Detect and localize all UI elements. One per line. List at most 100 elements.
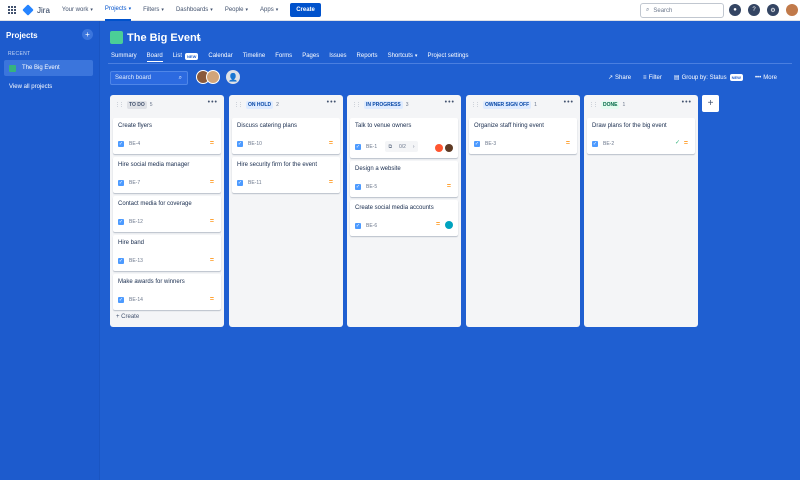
sidebar-item-the-big-event[interactable]: The Big Event	[4, 60, 93, 76]
tab-calendar[interactable]: Calendar	[208, 50, 232, 62]
nav-your-work[interactable]: Your work ▾	[62, 0, 93, 21]
nav-filters[interactable]: Filters ▾	[143, 0, 164, 21]
card-title: Hire social media manager	[118, 162, 190, 168]
issue-card[interactable]: Talk to venue owners ✓ BE-1 ⧉ 0/2 ›	[350, 118, 458, 158]
project-tabs: Summary Board List NEW Calendar Timeline …	[111, 50, 468, 62]
chevron-down-icon: ▾	[275, 7, 279, 13]
column-name: ON HOLD	[246, 101, 274, 109]
settings-gear-icon[interactable]: ⚙	[767, 4, 779, 16]
app-switcher-icon[interactable]	[8, 6, 16, 14]
more-icon: •••	[754, 74, 762, 81]
avatar[interactable]	[445, 144, 453, 152]
global-search-input[interactable]: ⌕ Search	[640, 3, 724, 18]
add-column-button[interactable]: +	[702, 95, 719, 112]
task-type-icon: ✓	[592, 141, 598, 147]
jira-logo-icon	[22, 4, 34, 16]
add-people-icon[interactable]: 👤	[226, 70, 240, 84]
issue-card[interactable]: Contact media for coverage ✓ BE-12 =	[113, 196, 221, 232]
issue-card[interactable]: Hire social media manager ✓ BE-7 =	[113, 157, 221, 193]
tab-summary[interactable]: Summary	[111, 50, 137, 62]
tab-divider	[108, 63, 792, 64]
card-title: Make awards for winners	[118, 279, 185, 285]
more-button[interactable]: ••• More	[755, 75, 777, 81]
sidebar: Projects + RECENT The Big Event View all…	[0, 21, 100, 480]
tab-timeline[interactable]: Timeline	[243, 50, 265, 62]
issue-card[interactable]: Hire security firm for the event ✓ BE-11…	[232, 157, 340, 193]
card-title: Design a website	[355, 166, 401, 172]
search-icon: ⌕	[178, 74, 182, 81]
drag-handle-icon[interactable]: ⋮⋮	[352, 102, 361, 108]
group-by-button[interactable]: ▤ Group by: Status NEW	[674, 74, 743, 81]
issue-card[interactable]: Make awards for winners ✓ BE-14 =	[113, 274, 221, 310]
column-more-icon[interactable]: •••	[682, 99, 692, 106]
tab-pages[interactable]: Pages	[302, 50, 319, 62]
tab-board[interactable]: Board	[146, 50, 163, 62]
issue-key: BE-14	[129, 297, 143, 303]
task-type-icon: ✓	[118, 141, 124, 147]
task-type-icon: ✓	[118, 219, 124, 225]
issue-key: BE-3	[485, 141, 497, 147]
tab-shortcuts[interactable]: Shortcuts ▾	[388, 50, 418, 62]
issue-key: BE-11	[248, 180, 262, 186]
issue-card[interactable]: Organize staff hiring event ✓ BE-3 =	[469, 118, 577, 154]
drag-handle-icon[interactable]: ⋮⋮	[471, 102, 480, 108]
search-placeholder: Search	[653, 7, 673, 14]
nav-dashboards[interactable]: Dashboards ▾	[176, 0, 213, 21]
column-more-icon[interactable]: •••	[208, 99, 218, 106]
avatar[interactable]	[206, 70, 220, 84]
pin-icon[interactable]: ✎	[196, 35, 202, 43]
tab-forms[interactable]: Forms	[275, 50, 292, 62]
tab-project-settings[interactable]: Project settings	[427, 50, 468, 62]
nav-people[interactable]: People ▾	[225, 0, 248, 21]
create-button[interactable]: Create	[290, 3, 321, 17]
task-type-icon: ✓	[118, 180, 124, 186]
nav-apps[interactable]: Apps ▾	[260, 0, 278, 21]
card-title: Talk to venue owners	[355, 123, 412, 129]
notifications-icon[interactable]: ●	[729, 4, 741, 16]
tab-list[interactable]: List NEW	[173, 50, 199, 62]
issue-card[interactable]: Hire band ✓ BE-13 =	[113, 235, 221, 271]
card-title: Draw plans for the big event	[592, 123, 667, 129]
task-type-icon: ✓	[355, 184, 361, 190]
view-all-projects-link[interactable]: View all projects	[9, 84, 52, 90]
chevron-down-icon: ▾	[90, 7, 93, 13]
project-icon	[9, 64, 16, 72]
help-icon[interactable]: ?	[748, 4, 760, 16]
chevron-down-icon: ▾	[210, 7, 213, 13]
create-issue-button[interactable]: + Create	[116, 314, 139, 320]
issue-card[interactable]: Draw plans for the big event ✓ BE-2 ✓ =	[587, 118, 695, 154]
share-button[interactable]: ↗ Share	[608, 74, 631, 81]
card-title: Create flyers	[118, 123, 153, 129]
tab-issues[interactable]: Issues	[329, 50, 346, 62]
tab-reports[interactable]: Reports	[357, 50, 378, 62]
priority-medium-icon: =	[436, 221, 441, 228]
issue-card[interactable]: Create social media accounts ✓ BE-6 =	[350, 200, 458, 236]
card-title: Discuss catering plans	[237, 123, 298, 129]
issue-key: BE-13	[129, 258, 143, 264]
column-more-icon[interactable]: •••	[564, 99, 574, 106]
column-count: 5	[149, 102, 153, 108]
issue-card[interactable]: Discuss catering plans ✓ BE-10 =	[232, 118, 340, 154]
nav-projects[interactable]: Projects ▾	[104, 0, 132, 21]
jira-logo[interactable]: Jira	[22, 4, 50, 16]
chevron-down-icon: ▾	[414, 53, 418, 59]
task-type-icon: ✓	[474, 141, 480, 147]
card-title: Contact media for coverage	[118, 201, 192, 207]
board-search-input[interactable]: Search board ⌕	[110, 71, 188, 85]
drag-handle-icon[interactable]: ⋮⋮	[115, 102, 124, 108]
priority-medium-icon: =	[328, 179, 333, 186]
task-type-icon: ✓	[355, 144, 361, 150]
drag-handle-icon[interactable]: ⋮⋮	[234, 102, 243, 108]
column-more-icon[interactable]: •••	[327, 99, 337, 106]
drag-handle-icon[interactable]: ⋮⋮	[589, 102, 598, 108]
add-project-button[interactable]: +	[82, 29, 93, 40]
top-navigation: Jira Your work ▾ Projects ▾ Filters ▾ Dashb…	[0, 0, 800, 21]
issue-card[interactable]: Design a website ✓ BE-5 =	[350, 161, 458, 197]
new-badge: NEW	[729, 74, 743, 81]
column-more-icon[interactable]: •••	[445, 99, 455, 106]
issue-card[interactable]: Create flyers ✓ BE-4 =	[113, 118, 221, 154]
filter-button[interactable]: ≡ Filter	[643, 75, 662, 81]
avatar[interactable]	[445, 221, 453, 229]
subtask-progress[interactable]: ⧉ 0/2 ›	[385, 141, 418, 152]
user-avatar[interactable]	[786, 4, 798, 16]
